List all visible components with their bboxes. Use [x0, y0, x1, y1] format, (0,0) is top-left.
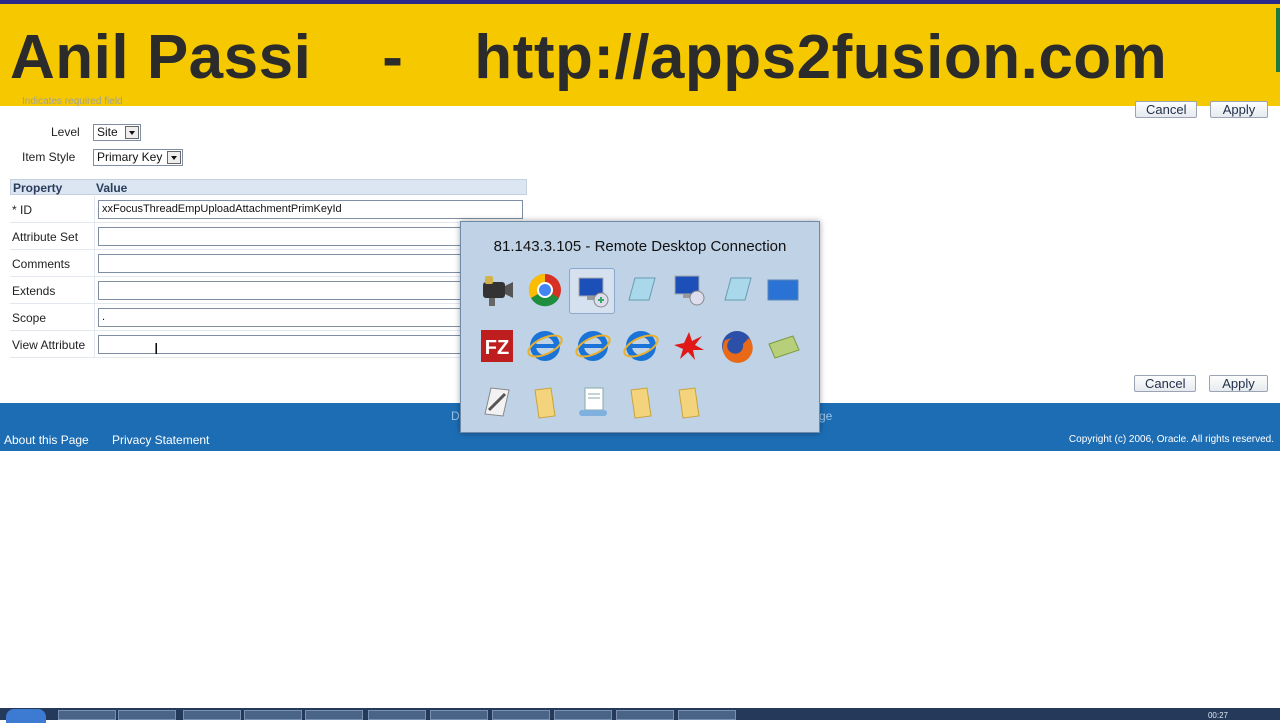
required-note: Indicates required field: [22, 96, 123, 107]
row-label: Attribute Set: [12, 230, 79, 244]
row-label: Extends: [12, 284, 56, 298]
table-row: View Attribute: [10, 331, 527, 358]
cancel-button-bottom[interactable]: Cancel: [1134, 375, 1196, 392]
table-row: Attribute Set: [10, 223, 527, 250]
row-label: View Attribute: [12, 338, 86, 352]
item-style-label: Item Style: [22, 150, 76, 164]
table-row: Extends: [10, 277, 527, 304]
chevron-down-icon[interactable]: [167, 151, 181, 164]
column-divider: [94, 250, 95, 277]
column-divider: [94, 331, 95, 358]
table-row: Comments: [10, 250, 527, 277]
cancel-button-top[interactable]: Cancel: [1135, 101, 1197, 118]
firefox-icon[interactable]: [717, 326, 757, 366]
column-divider: [94, 223, 95, 250]
watermark-banner: Anil Passi - http://apps2fusion.com: [0, 0, 1280, 106]
document-icon[interactable]: [573, 382, 613, 422]
selected-tile[interactable]: [569, 268, 615, 314]
taskbar-button[interactable]: [430, 710, 488, 720]
filezilla-icon[interactable]: FZ: [477, 326, 517, 366]
chrome-icon[interactable]: [525, 270, 565, 310]
internet-explorer-icon[interactable]: [621, 326, 661, 366]
column-divider: [94, 196, 95, 223]
table-row: Scope .: [10, 304, 527, 331]
taskbar-clock: 00:27: [1207, 711, 1228, 720]
remote-desktop-icon: [578, 277, 609, 308]
svg-text:FZ: FZ: [485, 337, 509, 359]
text-cursor-icon: I: [154, 341, 159, 358]
apply-button-top[interactable]: Apply: [1210, 101, 1268, 118]
level-value: Site: [97, 125, 118, 139]
remote-desktop-icon[interactable]: [669, 270, 709, 310]
internet-explorer-icon[interactable]: [525, 326, 565, 366]
column-divider: [94, 277, 95, 304]
folder-icon[interactable]: [525, 382, 565, 422]
header-value: Value: [96, 181, 128, 195]
level-select[interactable]: Site: [93, 124, 141, 141]
footer-partial-left: D: [451, 409, 460, 423]
item-style-value: Primary Key: [97, 150, 163, 164]
copyright-text: Copyright (c) 2006, Oracle. All rights r…: [1068, 434, 1274, 445]
banner-text: Anil Passi - http://apps2fusion.com: [10, 23, 1168, 92]
tools-icon[interactable]: [477, 382, 517, 422]
taskbar-button[interactable]: [554, 710, 612, 720]
footer-partial-right: ge: [819, 409, 833, 423]
taskbar-button[interactable]: [305, 710, 363, 720]
notepad-icon[interactable]: [717, 270, 757, 310]
banner-edge: [1276, 8, 1280, 72]
taskbar-button[interactable]: [244, 710, 302, 720]
taskbar-button[interactable]: [118, 710, 176, 720]
taskbar-button[interactable]: [616, 710, 674, 720]
folder-icon[interactable]: [621, 382, 661, 422]
row-label: * ID: [12, 203, 33, 217]
privacy-statement-link[interactable]: Privacy Statement: [112, 433, 209, 447]
red-splat-icon[interactable]: [669, 326, 709, 366]
chevron-down-icon[interactable]: [125, 126, 139, 139]
table-row: * ID xxFocusThreadEmpUploadAttachmentPri…: [10, 196, 527, 223]
table-header: Property Value: [10, 179, 527, 195]
notepad-icon[interactable]: [621, 270, 661, 310]
column-divider: [94, 304, 95, 331]
row-label: Comments: [12, 257, 71, 271]
level-label: Level: [51, 125, 80, 139]
taskbar-button[interactable]: [183, 710, 241, 720]
camcorder-icon[interactable]: [477, 270, 517, 310]
task-switcher: 81.143.3.105 - Remote Desktop Connection: [460, 221, 820, 433]
item-style-select[interactable]: Primary Key: [93, 149, 183, 166]
folder-icon[interactable]: [669, 382, 709, 422]
taskbar-button[interactable]: [492, 710, 550, 720]
monitor-icon[interactable]: [763, 270, 803, 310]
switcher-title: 81.143.3.105 - Remote Desktop Connection: [493, 238, 787, 255]
start-button[interactable]: [6, 709, 46, 723]
apply-button-bottom[interactable]: Apply: [1209, 375, 1268, 392]
taskbar-button[interactable]: [58, 710, 116, 720]
taskbar-button[interactable]: [678, 710, 736, 720]
id-input[interactable]: xxFocusThreadEmpUploadAttachmentPrimKeyI…: [98, 200, 523, 219]
internet-explorer-icon[interactable]: [573, 326, 613, 366]
row-label: Scope: [12, 311, 47, 325]
taskbar-button[interactable]: [368, 710, 426, 720]
header-property: Property: [13, 181, 63, 195]
stack-icon[interactable]: [763, 326, 803, 366]
about-page-link[interactable]: About this Page: [4, 433, 89, 447]
